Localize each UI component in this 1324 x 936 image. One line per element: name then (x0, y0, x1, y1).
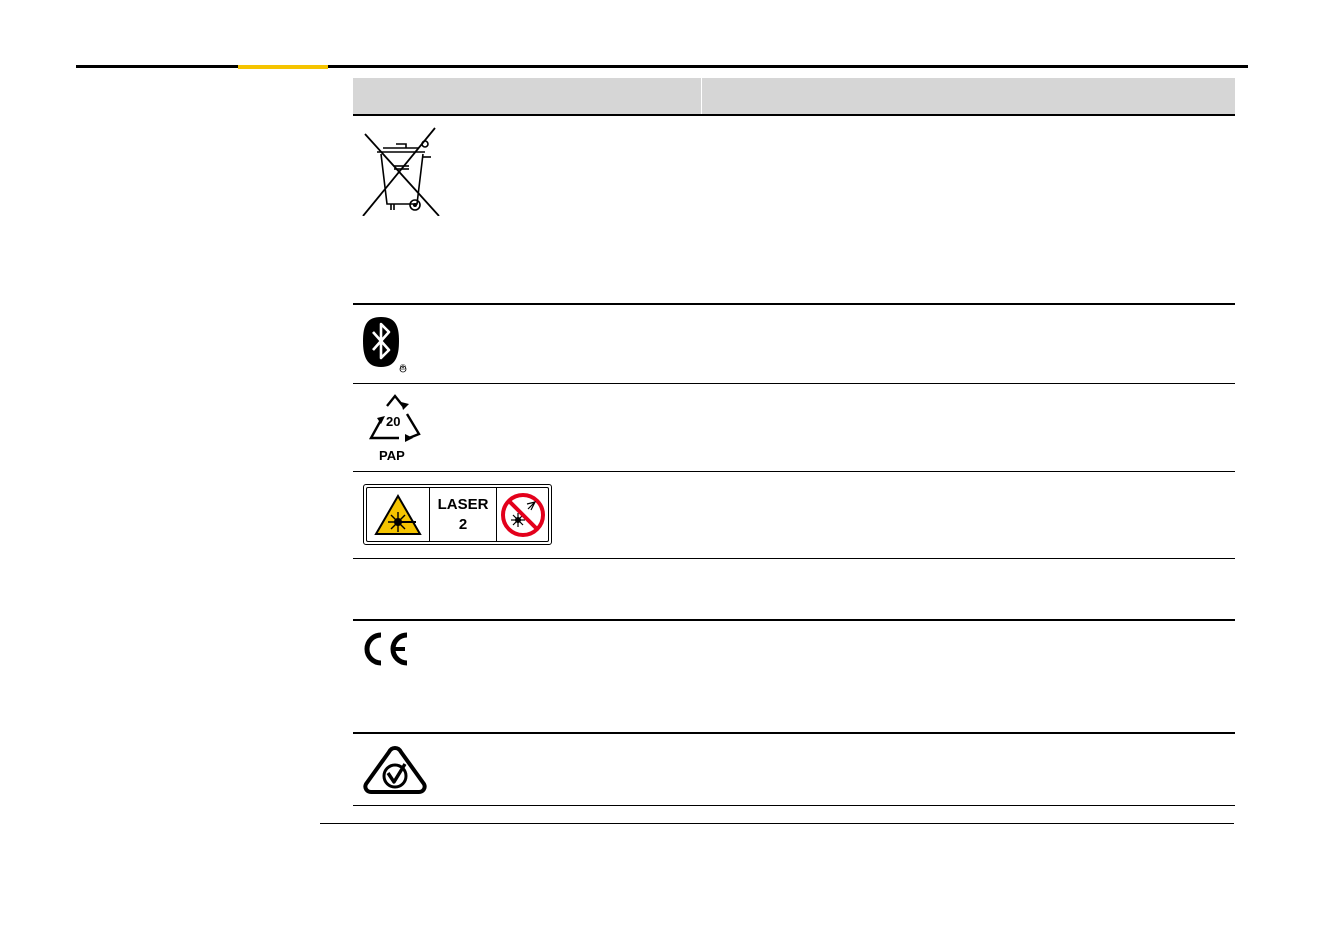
symbols-table: ® 20 PAP LASER 2 (353, 78, 1235, 806)
ce-mark-icon (364, 632, 408, 666)
registered-mark: ® (400, 363, 406, 372)
weee-crossed-out-bin-icon (362, 127, 440, 216)
no-direct-viewing-icon (500, 492, 545, 537)
footer-rule (320, 823, 1234, 824)
laser-hazard-triangle-icon (374, 493, 422, 535)
laser-label-text: LASER (437, 495, 489, 513)
rcm-mark-icon (363, 745, 427, 794)
row-description (702, 305, 1235, 383)
laser-warning-label-icon: LASER 2 (363, 484, 552, 545)
table-row (353, 621, 1235, 734)
recycling-material: PAP (379, 448, 405, 463)
recycling-code: 20 (386, 414, 401, 429)
row-description (702, 621, 1235, 732)
table-row: ® (353, 305, 1235, 384)
row-description (702, 734, 1235, 805)
laser-class: 2 (458, 515, 468, 533)
row-description (702, 472, 1235, 558)
table-row (353, 734, 1235, 806)
row-description (702, 116, 1235, 303)
table-row (353, 559, 1235, 621)
header-symbol (353, 78, 702, 114)
header-description (702, 78, 1235, 114)
row-description (702, 384, 1235, 471)
header-accent-bar (238, 65, 328, 69)
row-description (702, 559, 1235, 619)
table-row: 20 PAP (353, 384, 1235, 472)
table-row: LASER 2 (353, 472, 1235, 559)
table-row (353, 116, 1235, 305)
table-header (353, 78, 1235, 116)
